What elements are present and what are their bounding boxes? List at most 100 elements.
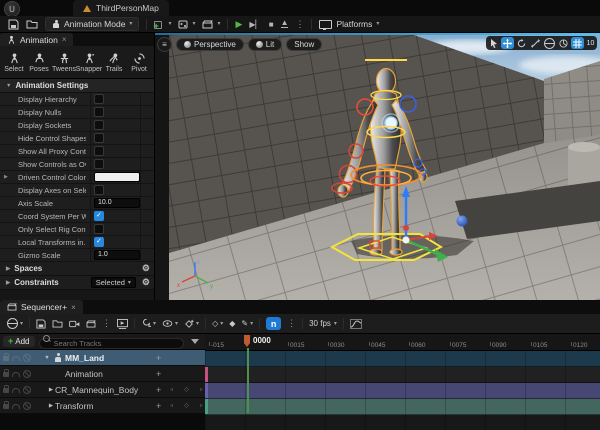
tool-pivot[interactable]: Pivot xyxy=(127,48,151,78)
editor-mode-dropdown[interactable]: Animation Mode ▾ xyxy=(45,17,139,31)
view-options-dropdown[interactable]: ▾ xyxy=(162,320,178,327)
sequencer-timeline[interactable]: -015 0015 0030 0045 0060 0075 0090 0105 … xyxy=(205,334,600,413)
chevron-right-icon[interactable]: ▶ xyxy=(47,387,55,393)
mute-icon[interactable] xyxy=(23,370,31,378)
play-button[interactable]: ▶ xyxy=(235,19,242,30)
grid-snap-button[interactable] xyxy=(571,37,584,49)
prev-key-icon[interactable]: ◃ xyxy=(170,402,173,409)
platforms-dropdown[interactable]: Platforms ▾ xyxy=(319,19,379,29)
add-track-button[interactable]: +Add xyxy=(3,336,35,347)
checkbox[interactable] xyxy=(94,237,104,247)
close-icon[interactable]: × xyxy=(62,35,67,44)
checkbox[interactable] xyxy=(94,146,104,156)
show-dropdown[interactable]: Show xyxy=(286,38,322,51)
timeline-row-animation[interactable] xyxy=(205,367,600,383)
keyframe-options-dropdown[interactable]: ◇▾ xyxy=(212,319,223,328)
animation-settings-header[interactable]: ▼ Animation Settings xyxy=(0,79,154,93)
solo-icon[interactable] xyxy=(12,388,20,393)
save-button[interactable] xyxy=(8,19,19,30)
add-section-icon[interactable]: + xyxy=(156,385,161,395)
lock-icon[interactable] xyxy=(3,404,9,409)
gear-icon[interactable]: ⚙ xyxy=(142,277,150,288)
select-tool-button[interactable] xyxy=(487,37,500,49)
track-row-cr-mannequin-body[interactable]: ▶ CR_Mannequin_Body + ◃◇▹ xyxy=(0,382,205,398)
skip-button[interactable]: ▶▏ xyxy=(249,20,261,29)
checkbox[interactable] xyxy=(94,133,104,143)
mute-icon[interactable] xyxy=(23,354,31,362)
play-options-kebab-icon[interactable]: ⋮ xyxy=(295,19,304,30)
surface-snap-button[interactable] xyxy=(557,37,570,49)
blueprints-dropdown[interactable]: ▾ xyxy=(178,19,195,29)
content-browser-button[interactable] xyxy=(52,319,63,328)
sequence-browse-dropdown[interactable]: ▾ xyxy=(7,318,23,329)
track-row-transform[interactable]: ▶ Transform + ◃◇▹ xyxy=(0,398,205,414)
gear-icon[interactable]: ⚙ xyxy=(142,263,150,274)
curve-editor-button[interactable] xyxy=(350,319,362,329)
add-actor-dropdown[interactable]: ▾ xyxy=(154,19,171,29)
sphere-control[interactable] xyxy=(457,216,468,227)
viewport-menu-button[interactable]: ≡ xyxy=(157,37,172,52)
add-key-icon[interactable]: ◇ xyxy=(184,386,189,393)
lock-icon[interactable] xyxy=(3,388,9,393)
chevron-down-icon[interactable]: ▼ xyxy=(43,355,51,361)
solo-icon[interactable] xyxy=(12,404,20,409)
mute-icon[interactable] xyxy=(23,386,31,394)
playhead-marker[interactable] xyxy=(244,335,250,347)
axis-scale-input[interactable]: 10.0 xyxy=(94,198,140,208)
checkbox[interactable] xyxy=(94,120,104,130)
tool-snapper[interactable]: Snapper xyxy=(77,48,101,78)
checkbox[interactable] xyxy=(94,159,104,169)
checkbox[interactable] xyxy=(94,224,104,234)
tab-sequencer[interactable]: Sequencer+ × xyxy=(0,300,83,314)
next-key-icon[interactable]: ▹ xyxy=(200,386,203,393)
filter-icon[interactable] xyxy=(191,339,199,344)
tool-tweens[interactable]: Tweens xyxy=(52,48,76,78)
content-browser-button[interactable] xyxy=(26,19,38,29)
save-button[interactable] xyxy=(36,319,46,329)
timeline-ruler[interactable]: -015 0015 0030 0045 0060 0075 0090 0105 … xyxy=(205,334,600,351)
solo-icon[interactable] xyxy=(12,372,20,377)
checkbox[interactable] xyxy=(94,185,104,195)
perspective-dropdown[interactable]: Perspective xyxy=(176,38,244,51)
gizmo-scale-input[interactable]: 1.0 xyxy=(94,250,140,260)
coordinate-space-button[interactable] xyxy=(543,37,556,49)
checkbox[interactable] xyxy=(94,107,104,117)
timeline-empty-area[interactable] xyxy=(205,415,600,430)
search-input[interactable] xyxy=(39,338,185,349)
chevron-right-icon[interactable]: ▶ xyxy=(4,174,8,180)
tool-trails[interactable]: Trails xyxy=(102,48,126,78)
sequencer-actions-button[interactable] xyxy=(117,319,128,329)
tool-poses[interactable]: Poses xyxy=(27,48,51,78)
rotate-tool-button[interactable] xyxy=(515,37,528,49)
constraints-section-header[interactable]: ▶ Constraints Selected ▾ ⚙ xyxy=(0,276,154,290)
lit-dropdown[interactable]: Lit xyxy=(248,38,282,51)
spaces-section-header[interactable]: ▶ Spaces ⚙ xyxy=(0,262,154,276)
tool-select[interactable]: Select xyxy=(2,48,26,78)
level-tab[interactable]: ThirdPersonMap xyxy=(73,0,169,16)
kebab-icon[interactable]: ⋮ xyxy=(287,318,296,329)
stop-button[interactable]: ■ xyxy=(269,20,274,29)
next-key-icon[interactable]: ▹ xyxy=(200,402,203,409)
grid-snap-value[interactable]: 10 xyxy=(585,37,596,49)
interpolation-button[interactable]: n xyxy=(266,317,281,330)
checkbox[interactable] xyxy=(94,211,104,221)
close-icon[interactable]: × xyxy=(71,303,76,312)
timeline-row-mm-land[interactable] xyxy=(205,351,600,367)
fps-dropdown[interactable]: 30 fps▾ xyxy=(309,319,337,328)
key-navigation[interactable]: ◃◇▹ xyxy=(170,386,203,393)
add-key-dropdown[interactable]: ▾ xyxy=(184,319,199,329)
key-navigation[interactable]: ◃ ◇ ▹ xyxy=(170,402,203,409)
viewport[interactable]: z x y ≡ Perspective Lit Show xyxy=(155,33,600,300)
tab-animation[interactable]: Animation × xyxy=(0,33,73,46)
playhead-line[interactable] xyxy=(247,348,249,413)
add-key-icon[interactable]: ◇ xyxy=(184,402,189,409)
mute-icon[interactable] xyxy=(23,402,31,410)
add-section-icon[interactable]: + xyxy=(156,369,161,379)
add-section-icon[interactable]: + xyxy=(156,353,161,363)
timeline-row-cr-mannequin-body[interactable] xyxy=(205,383,600,399)
track-row-animation[interactable]: Animation + xyxy=(0,366,205,382)
sequencer-settings-dropdown[interactable]: ▾ xyxy=(141,319,156,329)
create-camera-button[interactable] xyxy=(69,320,80,328)
add-section-icon[interactable]: + xyxy=(156,401,161,411)
edit-options-dropdown[interactable]: ✎▾ xyxy=(241,319,253,328)
